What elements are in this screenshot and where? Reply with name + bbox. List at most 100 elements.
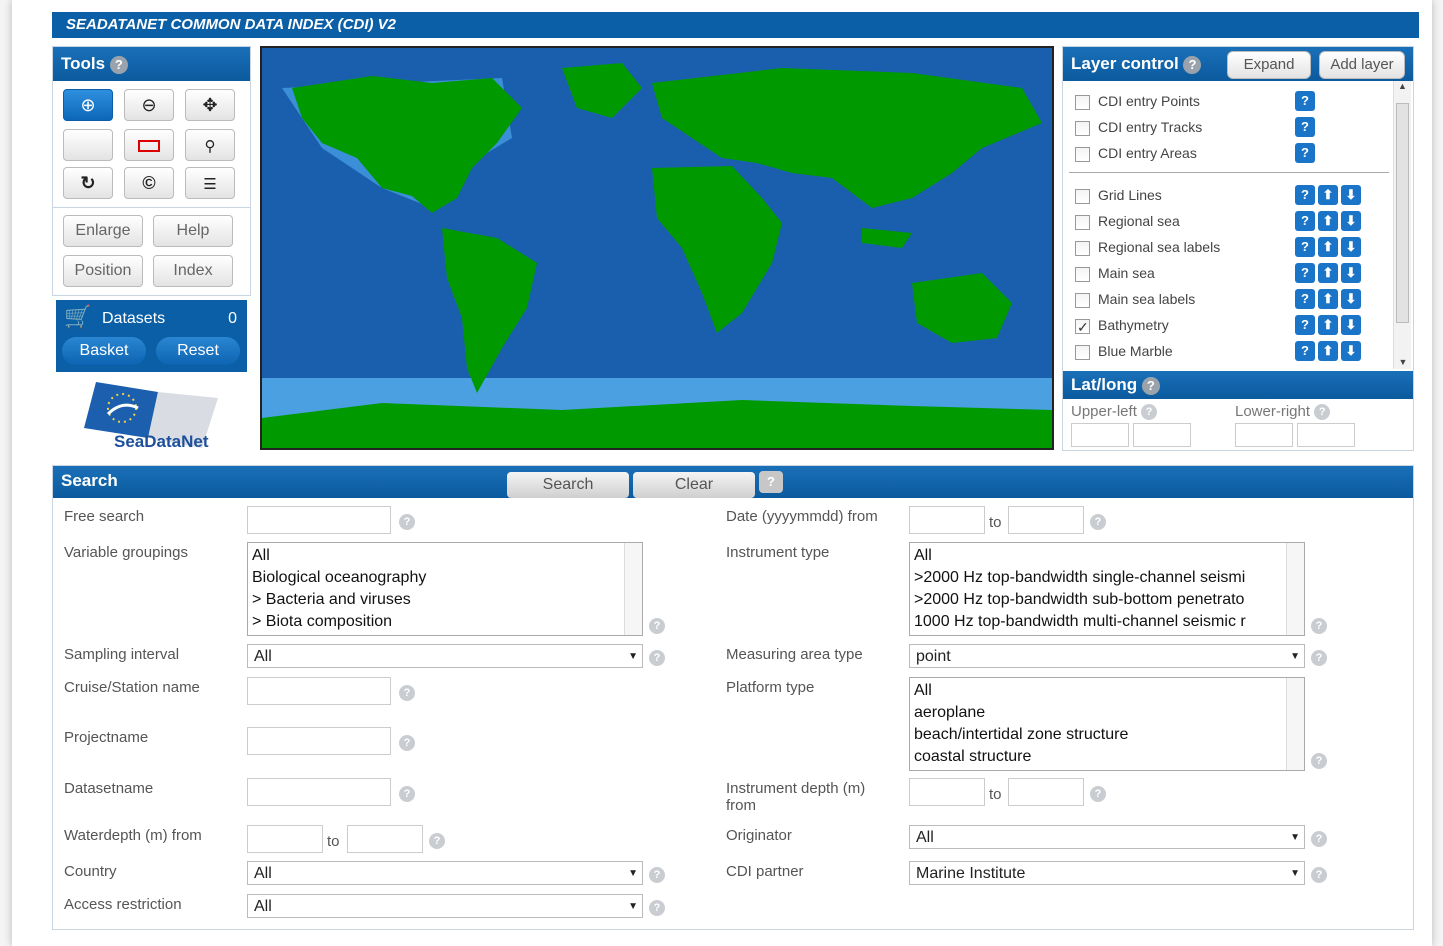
platform-type-help-icon[interactable]: ?	[1311, 753, 1327, 769]
free-search-input[interactable]	[247, 506, 391, 534]
layer-item[interactable]: CDI entry Tracks	[1075, 117, 1375, 137]
layer-up-icon[interactable]: ⬆	[1318, 237, 1338, 257]
country-select[interactable]: All	[247, 861, 643, 886]
list-scrollbar[interactable]	[624, 543, 642, 635]
access-restriction-help-icon[interactable]: ?	[649, 900, 665, 916]
layer-info-icon[interactable]: ?	[1295, 315, 1315, 335]
clear-button[interactable]: Clear	[633, 472, 755, 498]
cruise-station-input[interactable]	[247, 677, 391, 705]
instrument-depth-to-input[interactable]	[1008, 778, 1084, 806]
list-option[interactable]: > Bacteria and viruses	[252, 589, 638, 611]
layer-checkbox[interactable]	[1075, 146, 1090, 162]
cdi-partner-help-icon[interactable]: ?	[1311, 867, 1327, 883]
measuring-area-type-select[interactable]: point	[909, 644, 1305, 669]
layer-down-icon[interactable]: ⬇	[1341, 341, 1361, 361]
zoom-in-tool[interactable]: ⊕	[63, 89, 113, 121]
layer-up-icon[interactable]: ⬆	[1318, 289, 1338, 309]
date-to-input[interactable]	[1008, 506, 1084, 534]
projectname-input[interactable]	[247, 727, 391, 755]
layer-up-icon[interactable]: ⬆	[1318, 315, 1338, 335]
waterdepth-help-icon[interactable]: ?	[429, 833, 445, 849]
sampling-interval-help-icon[interactable]: ?	[649, 650, 665, 666]
layer-checkbox[interactable]	[1075, 240, 1090, 256]
layer-up-icon[interactable]: ⬆	[1318, 263, 1338, 283]
search-button[interactable]: Search	[507, 472, 629, 498]
instrument-depth-help-icon[interactable]: ?	[1090, 786, 1106, 802]
layer-info-icon[interactable]: ?	[1295, 263, 1315, 283]
layer-down-icon[interactable]: ⬇	[1341, 237, 1361, 257]
upper-left-long-input[interactable]	[1133, 423, 1191, 447]
upper-left-help-icon[interactable]: ?	[1141, 404, 1158, 421]
list-option[interactable]: 1000 Hz top-bandwidth multi-channel seis…	[914, 611, 1300, 633]
add-layer-button[interactable]: Add layer	[1319, 51, 1405, 79]
variable-groupings-list[interactable]: All Biological oceanography > Bacteria a…	[247, 542, 643, 636]
layer-info-icon[interactable]: ?	[1295, 117, 1315, 137]
list-option[interactable]: All	[914, 680, 1300, 702]
refresh-tool[interactable]: ↻	[63, 167, 113, 199]
waterdepth-to-input[interactable]	[347, 825, 423, 853]
layer-up-icon[interactable]: ⬆	[1318, 185, 1338, 205]
layer-up-icon[interactable]: ⬆	[1318, 341, 1338, 361]
tools-help-icon[interactable]: ?	[109, 55, 128, 74]
layer-checkbox[interactable]	[1075, 94, 1090, 110]
layer-checkbox[interactable]	[1075, 214, 1090, 230]
select-rectangle-tool[interactable]	[124, 129, 174, 161]
expand-button[interactable]: Expand	[1227, 51, 1311, 79]
layer-info-icon[interactable]: ?	[1295, 289, 1315, 309]
list-option[interactable]: beach/intertidal zone structure	[914, 724, 1300, 746]
layer-item[interactable]: CDI entry Areas	[1075, 143, 1375, 163]
copyright-tool[interactable]: ©	[124, 167, 174, 199]
layer-down-icon[interactable]: ⬇	[1341, 315, 1361, 335]
upper-left-lat-input[interactable]	[1071, 423, 1129, 447]
layer-info-icon[interactable]: ?	[1295, 237, 1315, 257]
projectname-help-icon[interactable]: ?	[399, 735, 415, 751]
list-scrollbar[interactable]	[1286, 678, 1304, 770]
datasetname-help-icon[interactable]: ?	[399, 786, 415, 802]
layer-info-icon[interactable]: ?	[1295, 91, 1315, 111]
layer-checkbox[interactable]	[1075, 188, 1090, 204]
instrument-depth-from-input[interactable]	[909, 778, 985, 806]
instrument-type-list[interactable]: All >2000 Hz top-bandwidth single-channe…	[909, 542, 1305, 636]
measuring-area-type-help-icon[interactable]: ?	[1311, 650, 1327, 666]
variable-groupings-help-icon[interactable]: ?	[649, 618, 665, 634]
waterdepth-from-input[interactable]	[247, 825, 323, 853]
sampling-interval-select[interactable]: All	[247, 644, 643, 669]
date-from-input[interactable]	[909, 506, 985, 534]
layer-checkbox-checked[interactable]	[1075, 317, 1090, 337]
layer-down-icon[interactable]: ⬇	[1341, 289, 1361, 309]
list-option[interactable]: All	[252, 545, 638, 567]
layer-checkbox[interactable]	[1075, 344, 1090, 360]
list-option[interactable]: > Biota composition	[252, 611, 638, 633]
list-option[interactable]: >2000 Hz top-bandwidth sub-bottom penetr…	[914, 589, 1300, 611]
originator-help-icon[interactable]: ?	[1311, 831, 1327, 847]
platform-type-list[interactable]: All aeroplane beach/intertidal zone stru…	[909, 677, 1305, 771]
layer-info-icon[interactable]: ?	[1295, 185, 1315, 205]
layer-up-icon[interactable]: ⬆	[1318, 211, 1338, 231]
layer-down-icon[interactable]: ⬇	[1341, 263, 1361, 283]
legend-tool[interactable]: ☰	[185, 167, 235, 199]
scrollbar-thumb[interactable]	[1396, 103, 1409, 323]
layer-item[interactable]: CDI entry Points	[1075, 91, 1375, 111]
pan-tool[interactable]: ✥	[185, 89, 235, 121]
lower-right-long-input[interactable]	[1297, 423, 1355, 447]
zoom-out-tool[interactable]: ⊖	[124, 89, 174, 121]
layer-info-icon[interactable]: ?	[1295, 341, 1315, 361]
access-restriction-select[interactable]: All	[247, 894, 643, 919]
layer-checkbox[interactable]	[1075, 120, 1090, 136]
layer-down-icon[interactable]: ⬇	[1341, 211, 1361, 231]
layer-info-icon[interactable]: ?	[1295, 143, 1315, 163]
cdi-partner-select[interactable]: Marine Institute	[909, 861, 1305, 886]
list-option[interactable]: >2000 Hz top-bandwidth single-channel se…	[914, 567, 1300, 589]
layer-checkbox[interactable]	[1075, 292, 1090, 308]
lower-right-lat-input[interactable]	[1235, 423, 1293, 447]
date-help-icon[interactable]: ?	[1090, 514, 1106, 530]
latlong-help-icon[interactable]: ?	[1141, 376, 1160, 395]
list-option[interactable]: All	[914, 545, 1300, 567]
free-search-help-icon[interactable]: ?	[399, 514, 415, 530]
lower-right-help-icon[interactable]: ?	[1314, 404, 1331, 421]
list-scrollbar[interactable]	[1286, 543, 1304, 635]
scroll-up-arrow-icon[interactable]: ▲	[1394, 81, 1411, 91]
originator-select[interactable]: All	[909, 825, 1305, 850]
identify-tool[interactable]: ⚲	[185, 129, 235, 161]
layer-down-icon[interactable]: ⬇	[1341, 185, 1361, 205]
